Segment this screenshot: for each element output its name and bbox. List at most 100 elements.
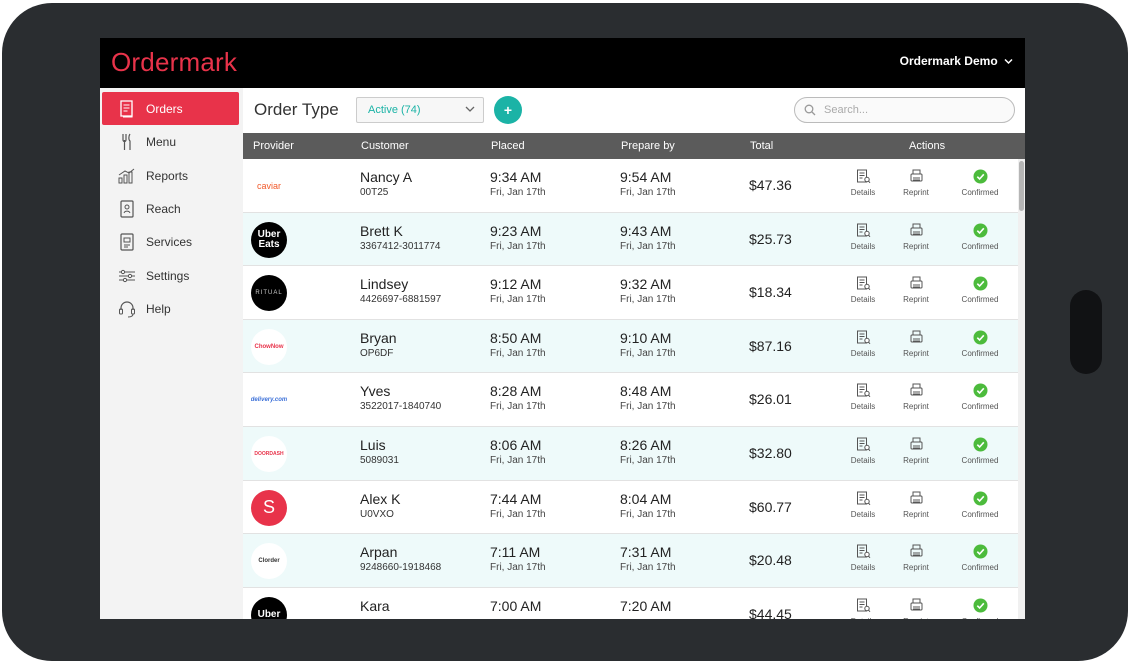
reprint-button[interactable]: Reprint	[896, 222, 936, 251]
confirmed-button[interactable]: Confirmed	[960, 222, 1000, 251]
tablet-home-button[interactable]	[1070, 290, 1102, 374]
details-button[interactable]: Details	[843, 436, 883, 465]
reprint-label: Reprint	[903, 241, 929, 251]
reprint-button[interactable]: Reprint	[896, 275, 936, 304]
confirmed-label: Confirmed	[961, 563, 999, 573]
customer-name: Nancy A	[360, 169, 413, 185]
table-header: Provider Customer Placed Prepare by Tota…	[243, 133, 1025, 159]
printer-icon	[910, 169, 922, 182]
provider-logo-ritual: RITUAL	[251, 275, 287, 312]
details-button[interactable]: Details	[843, 168, 883, 197]
sidebar-item-help[interactable]: Help	[102, 292, 239, 325]
table-row[interactable]: Clorder Arpan 9248660-1918468 7:11 AM Fri, J…	[243, 534, 1018, 588]
account-name: Ordermark Demo	[899, 54, 998, 68]
sidebar-item-services[interactable]: Services	[102, 225, 239, 258]
page-title: Order Type	[254, 100, 339, 119]
table-row[interactable]: delivery.com Yves 3522017-1840740 8:28 AM Fr…	[243, 373, 1018, 427]
confirmed-button[interactable]: Confirmed	[960, 329, 1000, 358]
details-label: Details	[850, 456, 876, 465]
prepare-date: Fri, Jan 17th	[620, 562, 676, 574]
prepare-time: 9:10 AM	[620, 329, 672, 346]
reprint-button[interactable]: Reprint	[896, 597, 936, 619]
reprint-button[interactable]: Reprint	[896, 490, 936, 519]
confirmed-button[interactable]: Confirmed	[960, 490, 1000, 519]
table-row[interactable]: DOORDASH Luis 5089031 8:06 AM Fri, Jan 17th 8…	[243, 427, 1018, 481]
confirmed-button[interactable]: Confirmed	[960, 168, 1000, 197]
sidebar-item-label: Reach	[146, 201, 181, 216]
details-icon	[856, 169, 870, 184]
provider-logo-text: DOORDASH	[254, 451, 284, 457]
order-total: $25.73	[749, 230, 792, 247]
prepare-date: Fri, Jan 17th	[620, 294, 676, 306]
details-label: Details	[843, 617, 883, 619]
order-total: $47.36	[749, 177, 792, 193]
details-icon	[856, 330, 870, 344]
details-button[interactable]: Details	[843, 275, 883, 304]
order-total: $60.77	[749, 498, 792, 515]
scrollbar[interactable]	[1018, 159, 1025, 619]
printer-icon	[910, 598, 922, 611]
table-row[interactable]: S Alex K U0VXO 7:44 AM Fri, Jan 17th 8:04 AM F…	[243, 481, 1018, 535]
orders-table-body: caviar Nancy A 00T25 9:34 AM Fri, Jan 17th 9:…	[243, 159, 1025, 619]
printer-icon	[910, 276, 922, 289]
details-label: Details	[850, 509, 876, 519]
order-type-select[interactable]: Active (74)	[356, 97, 484, 123]
confirmed-button[interactable]: Confirmed	[960, 275, 1000, 304]
details-button[interactable]: Details	[843, 597, 883, 619]
table-row[interactable]: Uber Eats Brett K 3367412-3011774 9:23 AM Fr…	[243, 212, 1018, 267]
reprint-button[interactable]: Reprint	[896, 168, 936, 197]
reprint-label: Reprint	[903, 509, 929, 519]
confirmed-label: Confirmed	[961, 456, 999, 465]
confirmed-button[interactable]: Confirmed	[960, 597, 1000, 619]
sidebar-item-reports[interactable]: Reports	[102, 159, 239, 192]
details-button[interactable]: Details	[843, 329, 883, 358]
sidebar-item-orders[interactable]: Orders	[102, 92, 239, 125]
reprint-button[interactable]: Reprint	[896, 543, 936, 572]
table-row[interactable]: Uber Kara 7:00 AM 7:20 AM $44.45 Details Repri…	[243, 588, 1018, 619]
prepare-date: Fri, Jan 17th	[620, 508, 676, 520]
reprint-button[interactable]: Reprint	[896, 329, 936, 358]
placed-date: Fri, Jan 17th	[490, 455, 546, 466]
printer-icon	[910, 383, 922, 396]
account-menu[interactable]: Ordermark Demo	[900, 54, 1013, 68]
bar-chart-icon	[118, 167, 136, 185]
confirmed-check-icon	[973, 491, 987, 506]
scrollbar-thumb[interactable]	[1019, 161, 1024, 211]
table-row[interactable]: RITUAL Lindsey 4426697-6881597 9:12 AM Fri, …	[243, 266, 1018, 320]
provider-logo-text: Uber Eats	[257, 228, 281, 250]
reprint-button[interactable]: Reprint	[896, 382, 936, 411]
column-header-prepare-by: Prepare by	[621, 140, 675, 152]
confirmed-label: Confirmed	[961, 295, 999, 305]
chevron-down-icon	[1004, 58, 1013, 65]
details-button[interactable]: Details	[843, 382, 883, 411]
search-box[interactable]	[794, 97, 1015, 123]
confirmed-button[interactable]: Confirmed	[960, 436, 1000, 465]
sidebar-item-label: Menu	[146, 134, 177, 149]
order-id: 9248660-1918468	[360, 562, 442, 574]
search-input[interactable]	[824, 104, 994, 116]
reprint-label: Reprint	[903, 348, 929, 358]
add-order-button[interactable]: +	[494, 96, 522, 124]
provider-logo-text: RITUAL	[255, 290, 283, 297]
reprint-button[interactable]: Reprint	[896, 436, 936, 465]
confirmed-button[interactable]: Confirmed	[960, 382, 1000, 411]
details-button[interactable]: Details	[843, 543, 883, 572]
sidebar-item-menu[interactable]: Menu	[102, 125, 239, 158]
details-icon	[856, 491, 870, 505]
table-row[interactable]: caviar Nancy A 00T25 9:34 AM Fri, Jan 17th 9:…	[243, 159, 1018, 213]
sidebar-item-settings[interactable]: Settings	[102, 259, 239, 292]
details-button[interactable]: Details	[843, 222, 883, 251]
placed-time: 8:06 AM	[490, 437, 542, 453]
order-total: $32.80	[749, 445, 792, 461]
provider-logo-uber-eats: Uber Eats	[251, 221, 287, 258]
confirmed-button[interactable]: Confirmed	[960, 543, 1000, 572]
table-row[interactable]: ChowNow Bryan OP6DF 8:50 AM Fri, Jan 17th 9:1…	[243, 319, 1018, 374]
details-button[interactable]: Details	[843, 490, 883, 519]
ordermark-logo[interactable]: Ordermark	[111, 47, 237, 78]
order-id: 3367412-3011774	[360, 240, 441, 252]
sidebar-item-reach[interactable]: Reach	[102, 192, 239, 225]
reprint-label: Reprint	[903, 456, 929, 465]
prepare-time: 8:48 AM	[620, 383, 672, 400]
placed-date: Fri, Jan 17th	[490, 562, 546, 574]
prepare-time: 8:04 AM	[620, 490, 672, 507]
